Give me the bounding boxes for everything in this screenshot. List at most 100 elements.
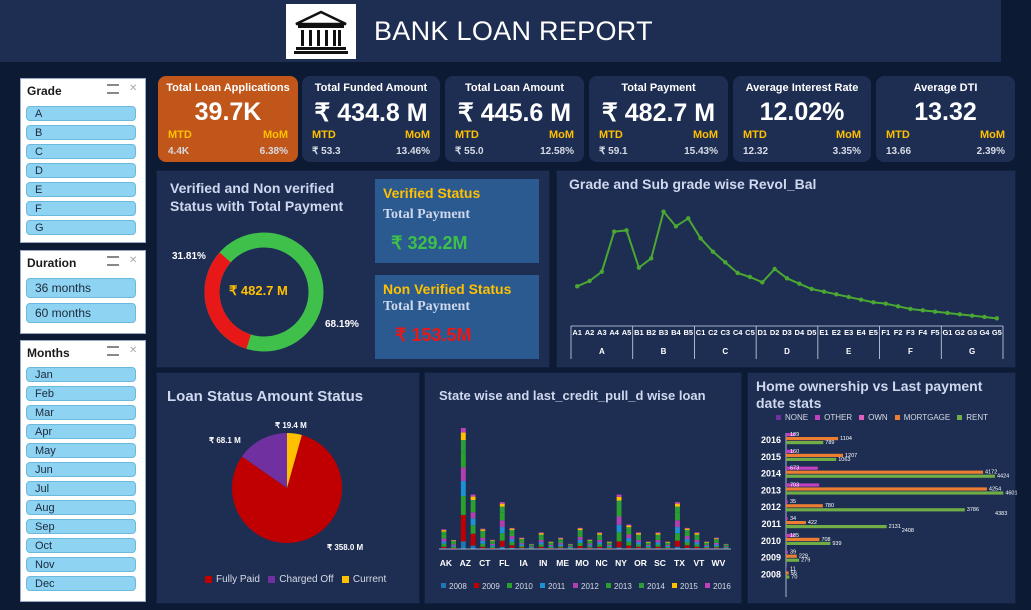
state-bar-segment — [470, 525, 476, 534]
multi-select-icon[interactable] — [107, 256, 119, 266]
multi-select-icon[interactable] — [107, 84, 119, 94]
slicer-item-grade[interactable]: B — [26, 125, 136, 140]
revol-point — [747, 274, 753, 280]
nonverified-card-sub: Total Payment — [383, 299, 470, 314]
slicer-item-months[interactable]: Jan — [26, 367, 136, 382]
state-bar-segment — [529, 546, 534, 548]
state-bar-segment — [616, 500, 622, 508]
revol-bal-panel: Grade and Sub grade wise Revol_Bal A1 A2 A… — [556, 170, 1016, 368]
state-bar-segment — [538, 533, 544, 535]
clear-filter-icon[interactable]: ✕ — [129, 346, 139, 356]
slicer-item-months[interactable]: Nov — [26, 557, 136, 572]
state-bar-segment — [519, 545, 525, 548]
state-bar-segment — [675, 512, 680, 521]
state-bar-segment — [675, 503, 680, 507]
multi-select-icon[interactable] — [107, 346, 119, 356]
slicer-item-months[interactable]: Mar — [26, 405, 136, 420]
slicer-item-months[interactable]: Dec — [26, 576, 136, 591]
state-bar-segment — [665, 545, 671, 547]
state-legend-label: 2009 — [482, 582, 500, 591]
state-bar-segment — [558, 537, 564, 539]
slicer-item-months[interactable]: Aug — [26, 500, 136, 515]
home-value-label: 703 — [790, 482, 799, 488]
state-bar-segment — [558, 547, 564, 549]
home-value-label: 34 — [790, 516, 796, 522]
home-bar-mortgage — [786, 487, 987, 491]
home-value-label: 4601 — [1005, 490, 1017, 496]
slicer-item-duration[interactable]: 36 months — [26, 278, 136, 298]
state-bar-segment — [499, 502, 505, 504]
kpi-title: Average Interest Rate — [745, 82, 859, 94]
state-bar-segment — [626, 538, 632, 542]
revol-point — [821, 289, 827, 294]
state-bar-segment — [626, 525, 632, 528]
revol-subgrade-label: E5 — [869, 328, 878, 337]
state-bar-segment — [626, 527, 632, 531]
revol-point — [599, 269, 605, 274]
slicer-item-grade[interactable]: A — [26, 106, 136, 121]
state-bar-segment — [480, 546, 486, 549]
state-bar-segment — [558, 540, 564, 543]
state-bar-segment — [597, 532, 603, 534]
slicer-item-months[interactable]: Sep — [26, 519, 136, 534]
revol-point — [574, 284, 580, 289]
kpi-card: Total Loan Applications 39.7K MTD MoM 4.4K 6.… — [158, 76, 298, 162]
slicer-item-grade[interactable]: F — [26, 201, 136, 216]
state-bar-segment — [577, 545, 583, 549]
state-legend-swatch — [474, 583, 479, 588]
state-bar-segment — [694, 544, 700, 547]
state-bar-segment — [597, 539, 603, 543]
months-slicer-title: Months — [27, 346, 70, 360]
state-bar-segment — [675, 533, 680, 541]
clear-filter-icon[interactable]: ✕ — [129, 84, 139, 94]
kpi-mtd-value: ₹ 59.1 — [599, 146, 628, 157]
home-bar-other — [786, 550, 788, 554]
state-bar-segment — [636, 544, 641, 547]
state-bar-segment — [626, 541, 632, 546]
state-bar-segment — [548, 547, 554, 549]
slicer-item-months[interactable]: Jun — [26, 462, 136, 477]
state-bar-segment — [665, 547, 671, 549]
state-bar-segment — [451, 547, 457, 549]
state-bar-segment — [616, 496, 622, 501]
home-year-label: 2011 — [761, 519, 781, 529]
slicer-item-months[interactable]: Feb — [26, 386, 136, 401]
state-legend-label: 2013 — [614, 582, 632, 591]
slicer-item-grade[interactable]: C — [26, 144, 136, 159]
kpi-value: ₹ 482.7 M — [601, 99, 716, 127]
revol-subgrade-label: B1 — [634, 328, 644, 337]
kpi-value: ₹ 445.6 M — [457, 99, 572, 127]
slicer-item-duration[interactable]: 60 months — [26, 303, 136, 323]
state-bar-segment — [616, 516, 622, 525]
home-bar-rent — [786, 457, 837, 461]
slicer-item-months[interactable]: Jul — [26, 481, 136, 496]
slicer-item-grade[interactable]: D — [26, 163, 136, 178]
state-bar-segment — [636, 539, 641, 543]
state-bar-segment — [597, 534, 603, 537]
slicer-item-months[interactable]: May — [26, 443, 136, 458]
home-value-label: 160 — [790, 449, 799, 455]
kpi-mtd-value: 13.66 — [886, 146, 912, 157]
slicer-item-grade[interactable]: E — [26, 182, 136, 197]
state-bar-segment — [655, 534, 661, 537]
clear-filter-icon[interactable]: ✕ — [129, 256, 139, 266]
state-bar-segment — [509, 527, 515, 529]
slicer-item-months[interactable]: Apr — [26, 424, 136, 439]
revol-subgrade-label: A2 — [585, 328, 595, 337]
home-year-label: 2014 — [761, 469, 781, 479]
revol-point — [994, 316, 1000, 321]
slicer-item-grade[interactable]: G — [26, 220, 136, 235]
state-bar-segment — [519, 538, 525, 540]
state-bar-segment — [713, 539, 719, 541]
donut-center-value: ₹ 482.7 M — [229, 283, 288, 298]
state-bar-segment — [441, 530, 447, 532]
home-value-label: 2408 — [902, 528, 914, 534]
state-bar-segment — [509, 528, 515, 530]
state-bar-segment — [470, 494, 476, 497]
state-bar-segment — [470, 518, 476, 526]
state-bar-segment — [451, 544, 457, 546]
page-title: BANK LOAN REPORT — [374, 16, 653, 46]
home-value-label: 70 — [791, 574, 797, 580]
slicer-item-months[interactable]: Oct — [26, 538, 136, 553]
revol-point — [809, 286, 814, 292]
